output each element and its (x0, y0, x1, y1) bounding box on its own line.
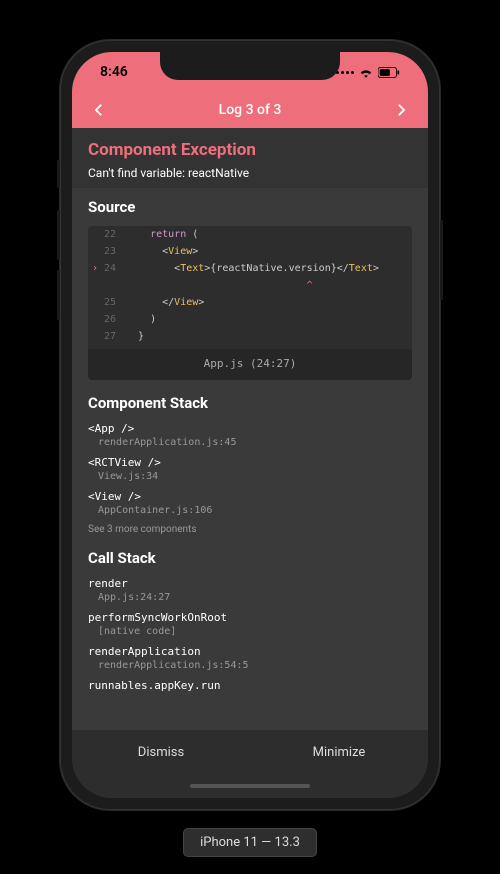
minimize-button[interactable]: Minimize (250, 730, 428, 774)
log-counter: Log 3 of 3 (219, 102, 282, 118)
log-nav-bar: Log 3 of 3 (72, 92, 428, 128)
mute-switch (57, 160, 60, 188)
simulator-device-label: iPhone 11 — 13.3 (183, 828, 317, 857)
power-button (440, 220, 443, 300)
stack-frame-location: App.js:24:27 (88, 592, 412, 603)
component-stack-heading: Component Stack (88, 394, 412, 412)
dismiss-button[interactable]: Dismiss (72, 730, 250, 774)
next-log-button[interactable] (392, 101, 410, 119)
call-stack-frame[interactable]: runnables.appKey.run (88, 679, 412, 692)
code-line: ^ (88, 277, 412, 294)
code-line: 24 <Text>{reactNative.version}</Text> (88, 260, 412, 277)
code-line: 27 } (88, 328, 412, 345)
error-content[interactable]: Component Exception Can't find variable:… (72, 128, 428, 730)
bottom-action-bar: Dismiss Minimize (72, 730, 428, 774)
stack-frame-name: runnables.appKey.run (88, 679, 412, 692)
source-heading: Source (88, 198, 412, 216)
volume-up-button (57, 210, 60, 260)
component-stack-section: Component Stack <App /> renderApplication… (72, 384, 428, 539)
status-right (336, 67, 400, 78)
home-indicator[interactable] (190, 784, 310, 788)
component-stack-frame[interactable]: <App /> renderApplication.js:45 (88, 422, 412, 448)
stack-frame-location: renderApplication.js:45 (88, 437, 412, 448)
stack-frame-name: renderApplication (88, 645, 412, 658)
stack-frame-name: <RCTView /> (88, 456, 412, 469)
status-time: 8:46 (100, 64, 128, 80)
stack-frame-location: renderApplication.js:54:5 (88, 660, 412, 671)
stack-frame-name: <View /> (88, 490, 412, 503)
device-frame: 8:46 Log 3 of 3 Component Exce (60, 40, 440, 810)
call-stack-frame[interactable]: render App.js:24:27 (88, 577, 412, 603)
source-section: Source 22 return (23 <View>24 <Text>{rea… (72, 188, 428, 384)
error-title: Component Exception (88, 140, 412, 160)
call-stack-frame[interactable]: performSyncWorkOnRoot [native code] (88, 611, 412, 637)
call-stack-heading: Call Stack (88, 549, 412, 567)
stack-frame-name: performSyncWorkOnRoot (88, 611, 412, 624)
home-indicator-area (72, 774, 428, 798)
code-line: 22 return ( (88, 226, 412, 243)
component-stack-frame[interactable]: <View /> AppContainer.js:106 (88, 490, 412, 516)
call-stack-frame[interactable]: renderApplication renderApplication.js:54… (88, 645, 412, 671)
battery-icon (378, 67, 400, 78)
error-header: Component Exception Can't find variable:… (72, 128, 428, 188)
volume-down-button (57, 270, 60, 320)
code-line: 25 </View> (88, 294, 412, 311)
cellular-icon (336, 71, 354, 74)
component-stack-frame[interactable]: <RCTView /> View.js:34 (88, 456, 412, 482)
error-message: Can't find variable: reactNative (88, 166, 412, 180)
source-code-block: 22 return (23 <View>24 <Text>{reactNativ… (88, 226, 412, 380)
stack-frame-name: render (88, 577, 412, 590)
stack-frame-location: AppContainer.js:106 (88, 505, 412, 516)
wifi-icon (359, 67, 373, 78)
call-stack-section: Call Stack render App.js:24:27 performSync… (72, 539, 428, 730)
stack-frame-name: <App /> (88, 422, 412, 435)
stack-frame-location: View.js:34 (88, 471, 412, 482)
see-more-components[interactable]: See 3 more components (88, 524, 412, 535)
screen: 8:46 Log 3 of 3 Component Exce (72, 52, 428, 798)
prev-log-button[interactable] (90, 101, 108, 119)
code-line: 23 <View> (88, 243, 412, 260)
notch (160, 52, 340, 80)
source-location: App.js (24:27) (88, 349, 412, 380)
stack-frame-location: [native code] (88, 626, 412, 637)
code-line: 26 ) (88, 311, 412, 328)
